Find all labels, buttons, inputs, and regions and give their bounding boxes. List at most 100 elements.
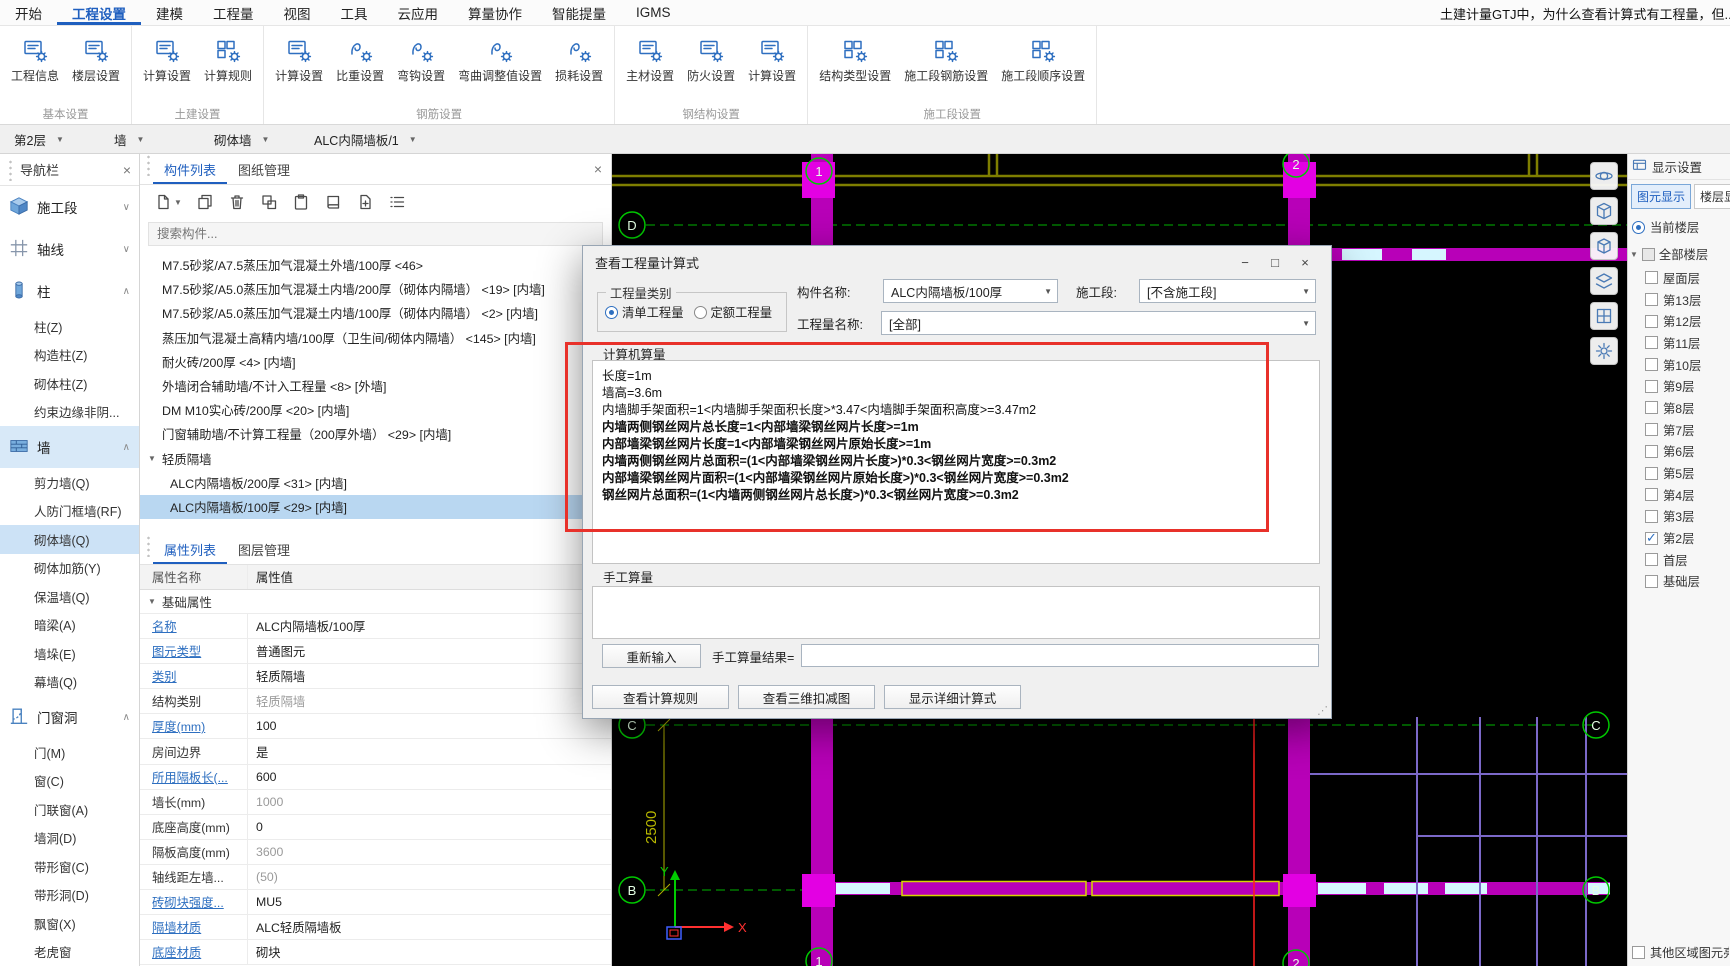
- nav-item[interactable]: 带形窗(C): [0, 852, 139, 881]
- nav-group-door[interactable]: 门窗洞 ∧: [0, 696, 139, 738]
- context-dropdown-3[interactable]: 砌体墙 ▼: [208, 128, 294, 150]
- quantity-name-dropdown[interactable]: [全部] ▼: [881, 311, 1316, 335]
- property-row[interactable]: 底座材质 砌块: [140, 940, 611, 966]
- paste-button[interactable]: [292, 193, 310, 211]
- floor-item[interactable]: 第8层: [1628, 397, 1730, 419]
- close-icon[interactable]: ×: [123, 162, 131, 178]
- floor-copy-button[interactable]: [260, 193, 278, 211]
- component-name-dropdown[interactable]: ALC内隔墙板/100厚 ▼: [883, 279, 1058, 303]
- property-group-row[interactable]: ▼ 基础属性: [140, 590, 611, 614]
- view3d-view-button[interactable]: [1590, 197, 1618, 225]
- nav-item[interactable]: 墙垛(E): [0, 639, 139, 668]
- current-floor-radio[interactable]: 当前楼层: [1628, 213, 1730, 241]
- tab-display-2[interactable]: 楼层显示: [1694, 184, 1730, 209]
- floor-item[interactable]: 首层: [1628, 549, 1730, 571]
- property-row[interactable]: 底座高度(mm) 0: [140, 814, 611, 840]
- nav-item[interactable]: 人防门框墙(RF): [0, 497, 139, 526]
- nav-item[interactable]: 构造柱(Z): [0, 341, 139, 370]
- property-value[interactable]: 100: [248, 714, 611, 738]
- floor-item[interactable]: 第2层: [1628, 527, 1730, 549]
- floor-checkbox[interactable]: [1645, 336, 1658, 350]
- floor-item[interactable]: 第4层: [1628, 484, 1730, 506]
- component-list-item[interactable]: ALC内隔墙板/100厚 <29> [内墙]: [140, 494, 611, 520]
- tab-display-1[interactable]: 图元显示: [1631, 184, 1692, 209]
- floor-item[interactable]: 第10层: [1628, 354, 1730, 376]
- component-list-item[interactable]: M7.5砂浆/A5.0蒸压加气混凝土内墙/100厚（砌体内隔墙） <2> [内墙…: [140, 301, 611, 325]
- property-value[interactable]: 0: [248, 815, 611, 839]
- ribbon-button[interactable]: 楼层设置: [66, 30, 126, 86]
- ribbon-button[interactable]: 比重设置: [330, 30, 390, 86]
- ribbon-button[interactable]: 防火设置: [681, 30, 741, 86]
- minimize-icon[interactable]: −: [1231, 251, 1259, 273]
- ribbon-button[interactable]: 施工段顺序设置: [995, 30, 1091, 86]
- gear-view-button[interactable]: [1590, 337, 1618, 365]
- machine-calc-box[interactable]: 长度=1m 墙高=3.6m 内墙脚手架面积=1<内墙脚手架面积长度>*3.47<内墙…: [592, 360, 1320, 564]
- nav-item[interactable]: 砌体加筋(Y): [0, 554, 139, 583]
- property-value[interactable]: 600: [248, 765, 611, 789]
- nav-group-wall[interactable]: 墙 ∧: [0, 426, 139, 468]
- floor-item[interactable]: 基础层: [1628, 571, 1730, 593]
- floor-item[interactable]: 第13层: [1628, 289, 1730, 311]
- property-value[interactable]: 普通图元: [248, 639, 611, 663]
- component-list-item[interactable]: 门窗辅助墙/不计算工程量（200厚外墙） <29> [内墙]: [140, 422, 611, 446]
- floor-checkbox[interactable]: [1645, 358, 1658, 372]
- nav-item[interactable]: 飘窗(X): [0, 909, 139, 938]
- menu-tab-6[interactable]: 工具: [326, 0, 383, 25]
- nav-group-column[interactable]: 柱 ∧: [0, 270, 139, 312]
- context-dropdown-4[interactable]: ALC内隔墙板/1 ▼: [308, 128, 423, 150]
- menu-tab-1[interactable]: 开始: [0, 0, 57, 25]
- nav-item[interactable]: 暗梁(A): [0, 611, 139, 640]
- floor-checkbox[interactable]: [1645, 401, 1658, 415]
- resize-grip-icon[interactable]: ⋰: [1317, 704, 1328, 717]
- menu-tab-4[interactable]: 工程量: [198, 0, 269, 25]
- manual-result-input[interactable]: [801, 644, 1319, 667]
- menu-tab-2[interactable]: 工程设置: [57, 0, 141, 25]
- tab-component-2[interactable]: 图纸管理: [227, 154, 301, 184]
- ribbon-button[interactable]: 弯钩设置: [391, 30, 451, 86]
- maximize-icon[interactable]: □: [1261, 251, 1289, 273]
- dialog-button-1[interactable]: 查看计算规则: [592, 685, 729, 709]
- floor-item[interactable]: 第12层: [1628, 310, 1730, 332]
- floor-checkbox[interactable]: [1645, 271, 1658, 285]
- property-row[interactable]: 图元类型 普通图元: [140, 639, 611, 665]
- nav-item[interactable]: 老虎窗: [0, 938, 139, 966]
- floor-checkbox[interactable]: [1645, 314, 1658, 328]
- drag-grip-icon[interactable]: [8, 158, 13, 181]
- context-dropdown-1[interactable]: 第2层 ▼: [8, 128, 94, 150]
- list-button[interactable]: [388, 193, 406, 211]
- property-value[interactable]: 是: [248, 739, 611, 763]
- nav-item[interactable]: 窗(C): [0, 767, 139, 796]
- property-value[interactable]: 轻质隔墙: [248, 664, 611, 688]
- floor-checkbox[interactable]: [1645, 466, 1658, 480]
- reinput-button[interactable]: 重新输入: [602, 644, 701, 668]
- book-button[interactable]: [324, 193, 342, 211]
- close-icon[interactable]: ×: [594, 161, 602, 177]
- ribbon-button[interactable]: 结构类型设置: [813, 30, 897, 86]
- search-input[interactable]: [148, 222, 603, 246]
- drag-grip-icon[interactable]: [146, 154, 151, 176]
- doc-add-button[interactable]: [356, 193, 374, 211]
- ribbon-button[interactable]: 工程信息: [5, 30, 65, 86]
- ribbon-button[interactable]: 计算设置: [137, 30, 197, 86]
- floor-tree-root[interactable]: ▼ 全部楼层: [1628, 241, 1730, 267]
- slice-view-button[interactable]: [1590, 302, 1618, 330]
- dialog-titlebar[interactable]: 查看工程量计算式 − □ ×: [583, 246, 1331, 278]
- component-list-item[interactable]: 蒸压加气混凝土高精内墙/100厚（卫生间/砌体内隔墙） <145> [内墙]: [140, 326, 611, 350]
- property-row[interactable]: 轴线距左墙... (50): [140, 864, 611, 891]
- floor-checkbox[interactable]: [1645, 574, 1658, 588]
- tab-property-2[interactable]: 图层管理: [227, 535, 301, 564]
- copy-button[interactable]: [196, 193, 214, 211]
- ribbon-button[interactable]: 损耗设置: [549, 30, 609, 86]
- drag-grip-icon[interactable]: [146, 535, 151, 557]
- property-value[interactable]: (50): [248, 865, 611, 889]
- component-group-row[interactable]: ▼ 轻质隔墙: [140, 447, 611, 471]
- close-icon[interactable]: ×: [1291, 251, 1319, 273]
- dialog-button-2[interactable]: 查看三维扣减图: [738, 685, 875, 709]
- nav-item[interactable]: 保温墙(Q): [0, 582, 139, 611]
- property-row[interactable]: 隔墙材质 ALC轻质隔墙板: [140, 915, 611, 941]
- floor-checkbox[interactable]: [1645, 379, 1658, 393]
- floor-item[interactable]: 第11层: [1628, 332, 1730, 354]
- menu-tab-9[interactable]: 智能提量: [537, 0, 621, 25]
- property-row[interactable]: 类别 轻质隔墙: [140, 664, 611, 690]
- nav-item[interactable]: 门联窗(A): [0, 795, 139, 824]
